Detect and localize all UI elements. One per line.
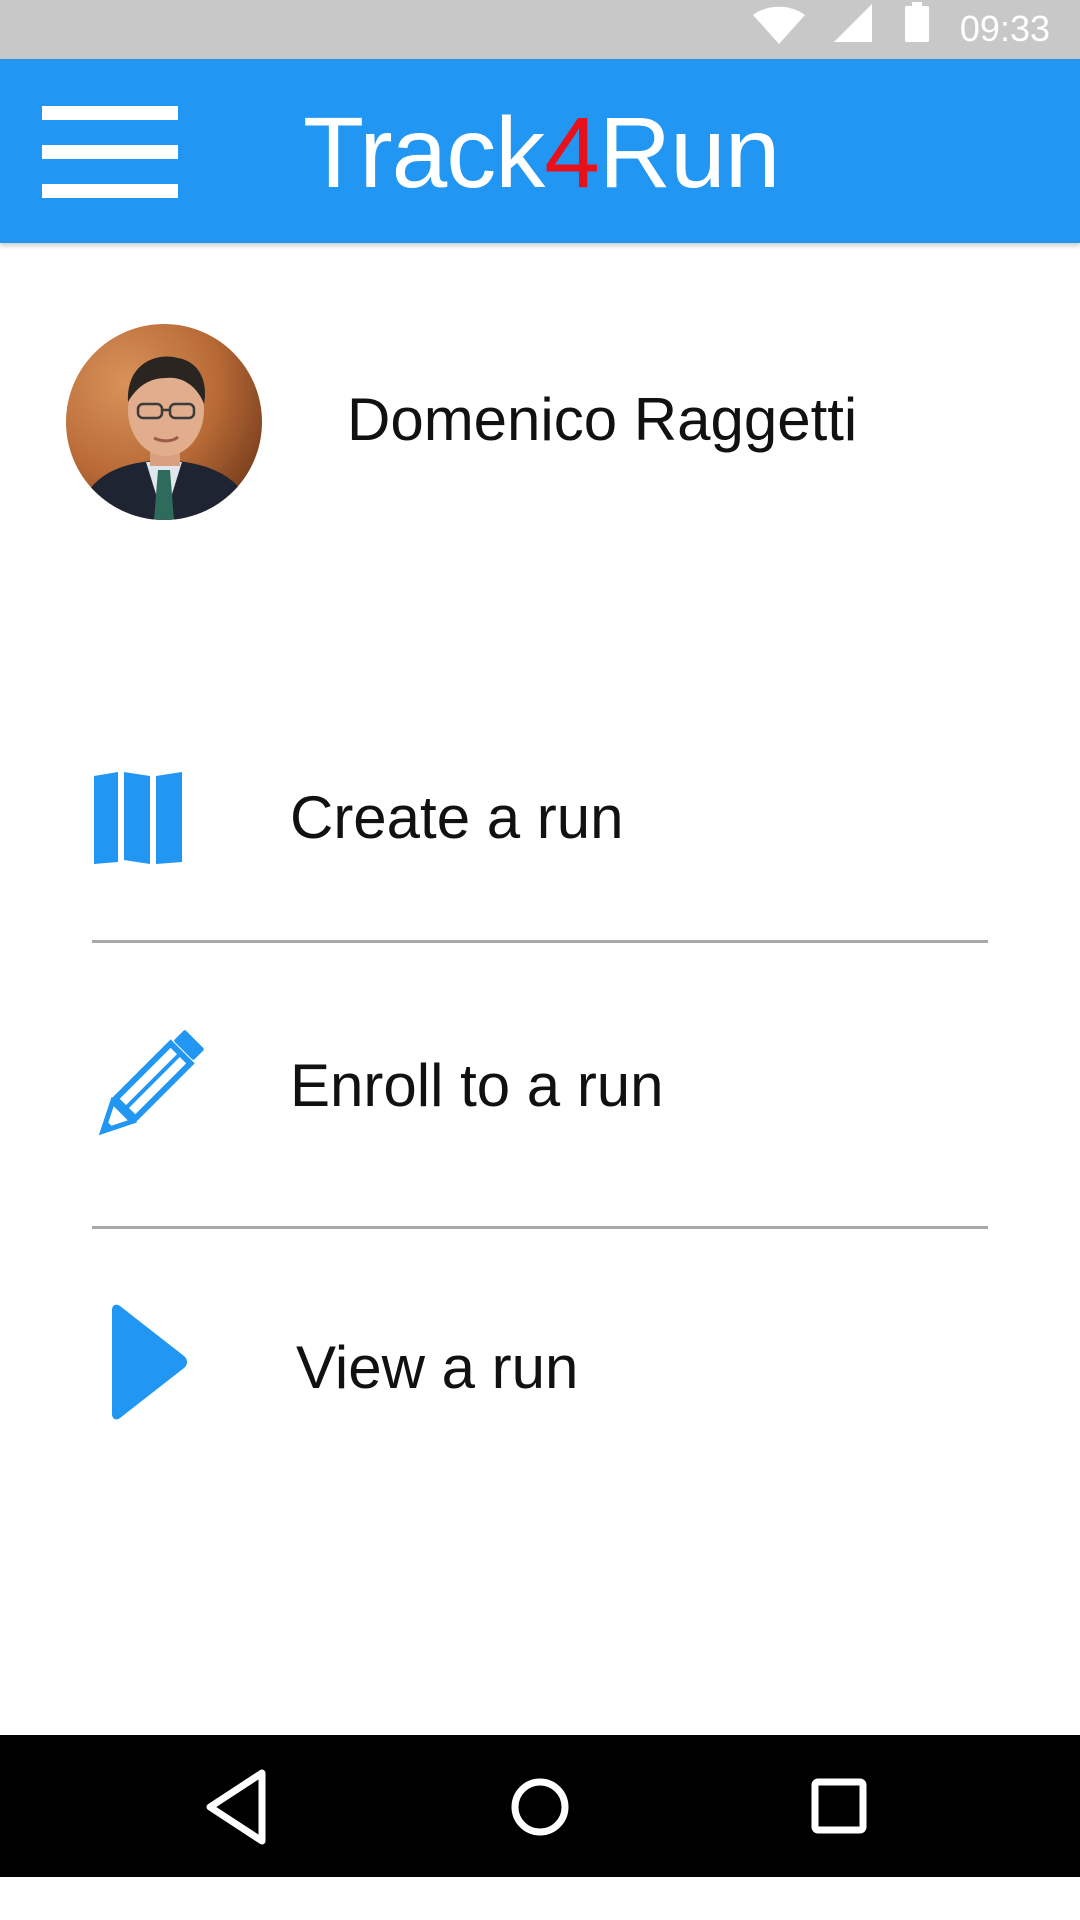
back-icon[interactable] — [192, 1765, 282, 1849]
user-avatar-photo — [66, 324, 262, 520]
navigation-bar — [0, 1735, 1080, 1877]
wifi-icon — [753, 6, 805, 44]
menu-item-view-run[interactable]: View a run — [0, 1290, 1080, 1490]
app-title: Track4Run — [303, 93, 780, 213]
status-bar: 09:33 — [0, 0, 1080, 59]
battery-icon — [905, 2, 929, 42]
hamburger-bar-bottom — [42, 184, 178, 198]
bottom-strip — [0, 1877, 1080, 1920]
menu-item-label: View a run — [296, 1334, 579, 1401]
divider — [92, 940, 988, 943]
app-title-number: 4 — [544, 97, 600, 209]
app-title-suffix: Run — [598, 97, 780, 209]
hamburger-bar-middle — [42, 145, 178, 159]
menu-item-label: Enroll to a run — [290, 1052, 664, 1119]
user-name: Domenico Raggetti — [347, 386, 858, 453]
pencil-icon — [98, 1030, 204, 1136]
app-screen: 09:33 Track4Run Domenico Raggetti Create… — [0, 0, 1080, 1920]
menu-item-label: Create a run — [290, 784, 624, 851]
menu-item-enroll-run[interactable]: Enroll to a run — [0, 1000, 1080, 1226]
divider — [92, 1226, 988, 1229]
status-time: 09:33 — [959, 8, 1050, 49]
avatar[interactable] — [66, 324, 262, 520]
map-icon — [94, 772, 182, 864]
cell-signal-icon — [834, 4, 872, 42]
home-icon[interactable] — [495, 1765, 585, 1849]
play-icon — [112, 1304, 187, 1420]
app-title-prefix: Track — [303, 97, 545, 209]
app-bar: Track4Run — [0, 59, 1080, 243]
hamburger-menu-icon — [42, 106, 178, 120]
recents-icon[interactable] — [794, 1765, 884, 1849]
menu-item-create-run[interactable]: Create a run — [0, 740, 1080, 940]
hamburger-menu-button[interactable] — [42, 106, 178, 198]
